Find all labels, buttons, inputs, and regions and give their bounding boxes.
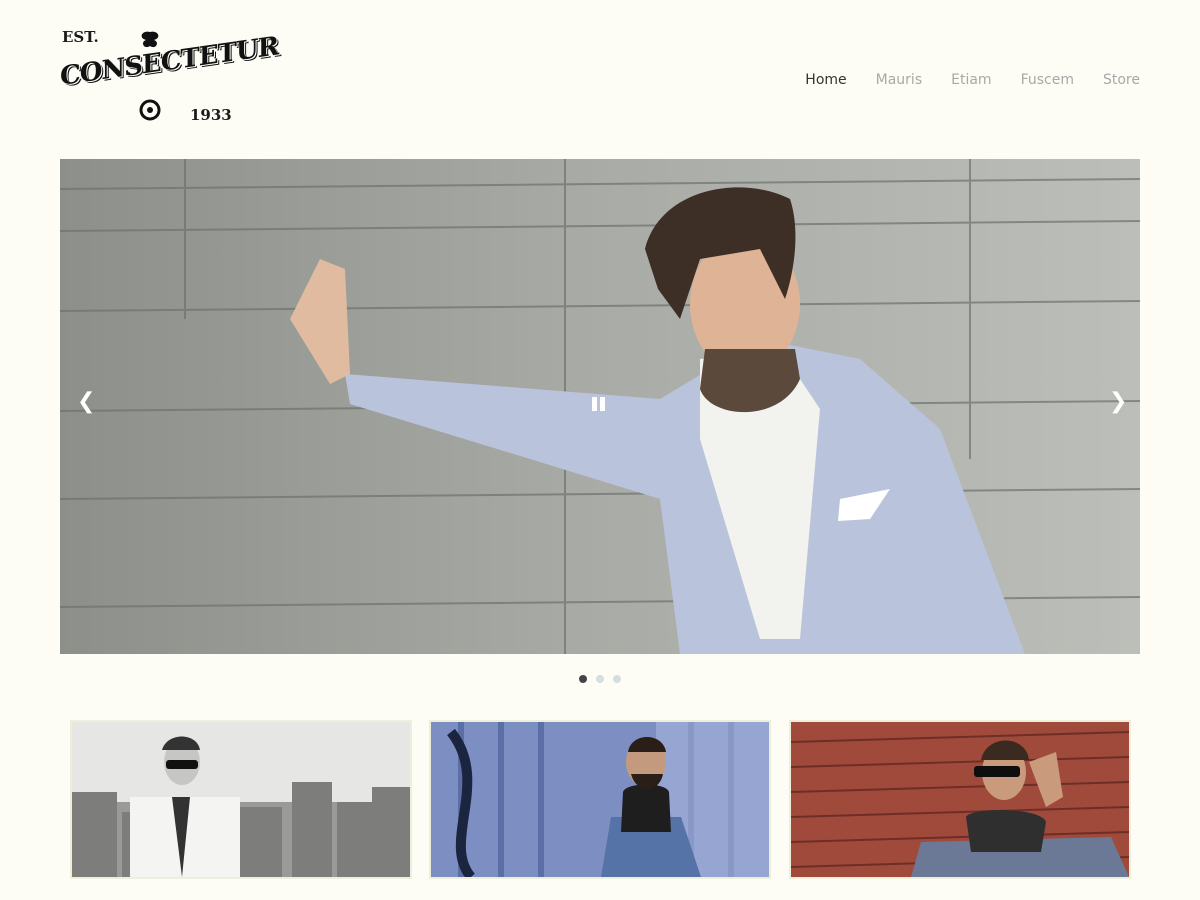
logo-swirl-icon <box>139 99 161 121</box>
thumbnail-image <box>72 722 410 877</box>
thumbnail-graffiti-wall[interactable] <box>429 720 771 879</box>
nav-item-fuscem[interactable]: Fuscem <box>1021 72 1074 88</box>
slider-dot-3[interactable] <box>613 675 621 683</box>
site-logo[interactable]: EST. CONSECTETUR 1933 <box>60 28 278 128</box>
nav-item-etiam[interactable]: Etiam <box>951 72 991 88</box>
pause-icon-bar <box>600 397 605 411</box>
slider-pagination <box>579 675 621 683</box>
slider-prev-button[interactable]: ❮ <box>77 391 95 413</box>
nav-item-home[interactable]: Home <box>805 72 846 88</box>
slider-next-button[interactable]: ❯ <box>1109 391 1127 413</box>
main-navigation: Home Mauris Etiam Fuscem Store <box>805 72 1140 88</box>
logo-est-text: EST. <box>62 28 99 46</box>
thumbnail-image <box>431 722 769 877</box>
pause-icon-bar <box>592 397 597 411</box>
slider-dot-1[interactable] <box>579 675 587 683</box>
slider-dot-2[interactable] <box>596 675 604 683</box>
nav-item-mauris[interactable]: Mauris <box>876 72 922 88</box>
slider-pause-button[interactable] <box>592 397 606 411</box>
logo-year-text: 1933 <box>190 106 232 124</box>
thumbnail-brick-wall[interactable] <box>789 720 1131 879</box>
nav-item-store[interactable]: Store <box>1103 72 1140 88</box>
thumbnail-image <box>791 722 1129 877</box>
thumbnail-grayscale-city[interactable] <box>70 720 412 879</box>
